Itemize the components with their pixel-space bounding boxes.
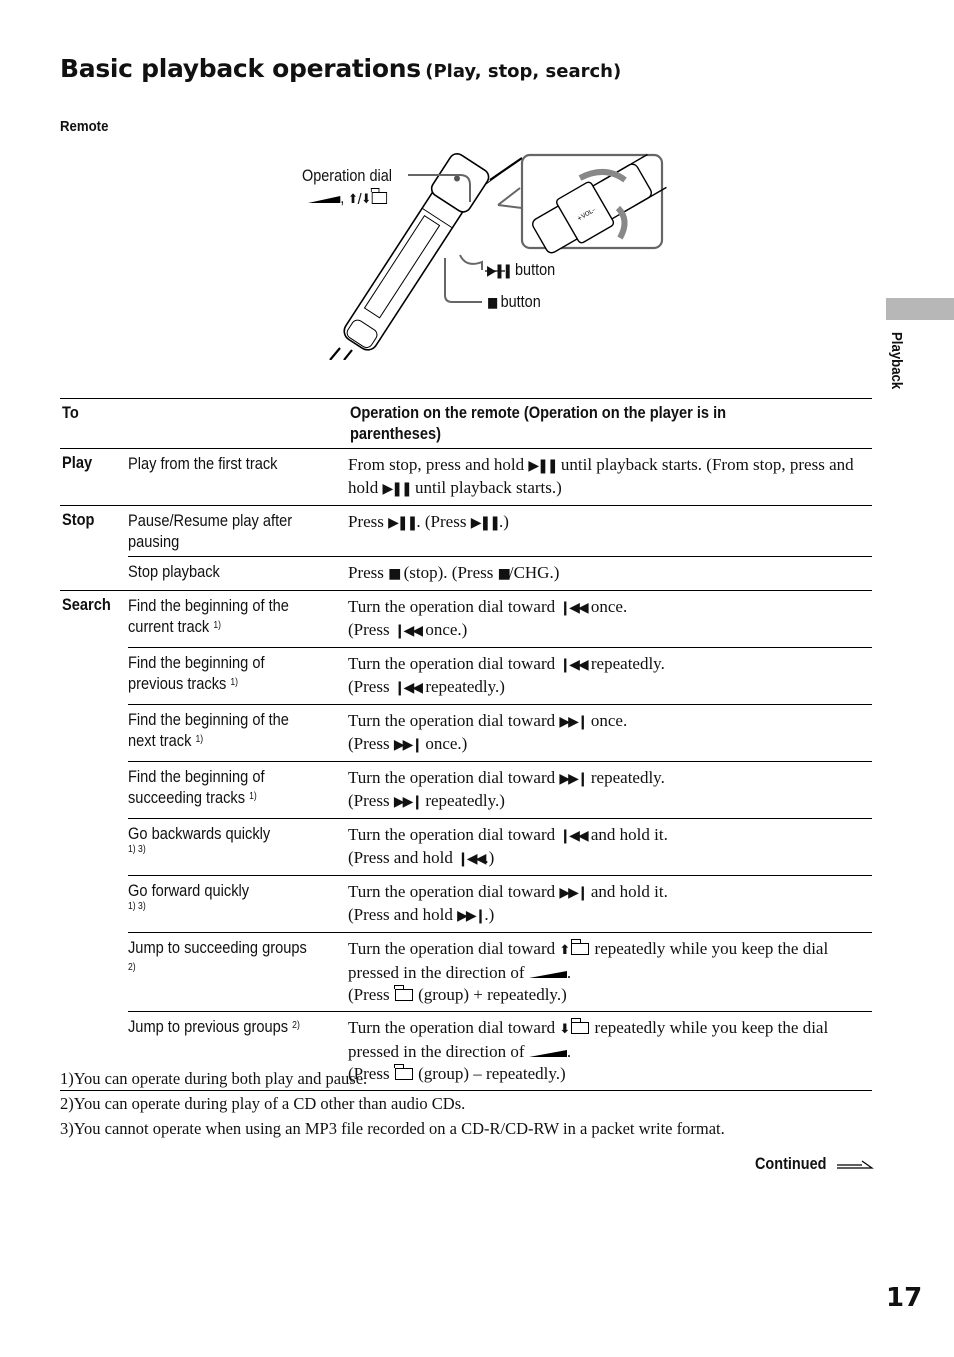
next-track-icon: ▶▶❙ — [559, 885, 588, 901]
stop-icon: ■ — [487, 295, 498, 311]
folder-icon — [371, 188, 388, 204]
footnote-ref: 1) — [195, 734, 204, 745]
header-to: To — [60, 398, 348, 449]
table-header: To Operation on the remote (Operation on… — [60, 398, 872, 449]
footnote-ref: 1) — [213, 620, 221, 631]
row-category — [60, 876, 128, 933]
row-operation: Turn the operation dial toward ❙◀◀ and h… — [348, 818, 872, 876]
row-category: Stop — [60, 505, 128, 557]
next-track-icon: ▶▶❙ — [393, 794, 423, 810]
previous-track-icon: ❙◀◀ — [393, 680, 423, 696]
row-task: Pause/Resume play after pausing — [128, 505, 348, 557]
group-up-icon: ⬆ — [559, 939, 590, 958]
row-operation: Turn the operation dial toward ⬆ repeate… — [348, 932, 872, 1012]
next-track-icon: ▶▶❙ — [393, 737, 423, 753]
footnotes: 1)You can operate during both play and p… — [60, 1068, 725, 1143]
section-label: Remote — [60, 118, 109, 135]
row-task: Stop playback — [128, 556, 348, 591]
row-task: Jump to succeeding groups 2) — [128, 932, 348, 1012]
row-category — [60, 933, 128, 1012]
group-up-down-icon: ⬆/⬇ — [348, 192, 371, 207]
row-category — [60, 648, 128, 705]
footnote-ref: 1) — [249, 791, 257, 802]
stop-button-label: ■ button — [487, 292, 541, 311]
play-pause-icon: ▶❚❚ — [528, 458, 558, 474]
row-category: Search — [60, 590, 128, 648]
footnote-ref: 1) 3) — [128, 844, 146, 855]
play-pause-icon: ▶❚❚ — [382, 481, 412, 497]
row-operation: Turn the operation dial toward ▶▶❙ repea… — [348, 761, 872, 819]
row-category: Play — [60, 448, 128, 506]
play-pause-icon: ▶❚❚ — [470, 515, 501, 531]
remote-illustration: +VOL– Operation dial , ⬆/⬇ ▶❚❚ button ■ … — [290, 150, 680, 361]
operation-dial-label: Operation dial — [302, 166, 392, 185]
title-main: Basic playback operations — [60, 54, 421, 83]
table-row: Play Play from the first track From stop, … — [60, 448, 872, 506]
page-title: Basic playback operations (Play, stop, s… — [60, 54, 621, 83]
push-direction-icon — [528, 971, 567, 978]
row-task: Go backwards quickly 1) 3) — [128, 818, 348, 876]
row-task: Find the beginning of succeeding tracks … — [128, 761, 348, 819]
row-task: Go forward quickly 1) 3) — [128, 875, 348, 933]
row-operation: Turn the operation dial toward ❙◀◀ repea… — [348, 647, 872, 705]
push-direction-icon — [528, 1050, 567, 1057]
footnote-ref: 1) — [230, 677, 239, 688]
page-number: 17 — [886, 1283, 923, 1313]
play-pause-button-label: ▶❚❚ button — [487, 260, 556, 279]
folder-icon — [394, 985, 413, 1001]
previous-track-icon: ❙◀◀ — [393, 623, 423, 639]
row-operation: From stop, press and hold ▶❚❚ until play… — [348, 448, 872, 506]
play-pause-icon: ▶❚❚ — [487, 263, 513, 279]
continued-indicator: Continued — [755, 1154, 874, 1174]
previous-track-icon: ❙◀◀ — [559, 828, 588, 844]
footnote-3: 3)You cannot operate when using an MP3 f… — [60, 1119, 725, 1138]
dial-symbols: , ⬆/⬇ — [308, 188, 388, 208]
footnote-2: 2)You can operate during play of a CD ot… — [60, 1094, 466, 1113]
row-operation: Turn the operation dial toward ▶▶❙ and h… — [348, 875, 872, 933]
title-subtitle: (Play, stop, search) — [425, 61, 622, 82]
previous-track-icon: ❙◀◀ — [457, 851, 486, 867]
table-row: Find the beginning of succeeding tracks … — [60, 761, 872, 819]
footnote-ref: 2) — [128, 962, 136, 973]
footnote-ref: 1) 3) — [128, 901, 146, 912]
next-track-icon: ▶▶❙ — [559, 771, 588, 787]
row-category — [60, 557, 128, 591]
side-tab — [886, 298, 954, 320]
push-direction-icon — [308, 196, 341, 203]
group-down-icon: ⬇ — [559, 1018, 590, 1037]
row-operation: Press ■ (stop). (Press ■/CHG.) — [348, 556, 872, 591]
row-operation: Press ▶❚❚. (Press ▶❚❚.) — [348, 505, 872, 557]
row-task: Find the beginning of the current track … — [128, 590, 348, 648]
table-row: Go backwards quickly 1) 3) Turn the operat… — [60, 818, 872, 876]
previous-track-icon: ❙◀◀ — [559, 600, 588, 616]
row-operation: Turn the operation dial toward ▶▶❙ once.… — [348, 704, 872, 762]
play-pause-icon: ▶❚❚ — [388, 515, 418, 531]
row-task: Find the beginning of previous tracks 1) — [128, 647, 348, 705]
row-category — [60, 819, 128, 876]
row-operation: Turn the operation dial toward ❙◀◀ once.… — [348, 590, 872, 648]
table-row: Stop Pause/Resume play after pausing Press… — [60, 505, 872, 557]
stop-icon: ■ — [497, 566, 511, 582]
table-row: Find the beginning of the next track 1) T… — [60, 704, 872, 762]
row-task: Play from the first track — [128, 448, 348, 506]
side-tab-label: Playback — [888, 332, 905, 390]
table-row: Search Find the beginning of the current … — [60, 590, 872, 648]
table-row: Find the beginning of previous tracks 1)… — [60, 647, 872, 705]
table-row: Go forward quickly 1) 3) Turn the operatio… — [60, 875, 872, 933]
footnote-ref: 2) — [292, 1020, 300, 1031]
row-task: Find the beginning of the next track 1) — [128, 704, 348, 762]
operations-table: To Operation on the remote (Operation on… — [60, 398, 872, 1091]
row-category — [60, 705, 128, 762]
previous-track-icon: ❙◀◀ — [559, 657, 588, 673]
table-row: Stop playback Press ■ (stop). (Press ■/CH… — [60, 556, 872, 591]
footnote-1: 1)You can operate during both play and p… — [60, 1069, 368, 1088]
next-track-icon: ▶▶❙ — [559, 714, 588, 730]
next-track-icon: ▶▶❙ — [457, 908, 486, 924]
stop-icon: ■ — [388, 566, 401, 582]
header-operation: Operation on the remote (Operation on th… — [348, 398, 872, 449]
row-category — [60, 762, 128, 819]
table-row: Jump to succeeding groups 2) Turn the ope… — [60, 932, 872, 1012]
continued-arrow-icon — [836, 1160, 874, 1169]
